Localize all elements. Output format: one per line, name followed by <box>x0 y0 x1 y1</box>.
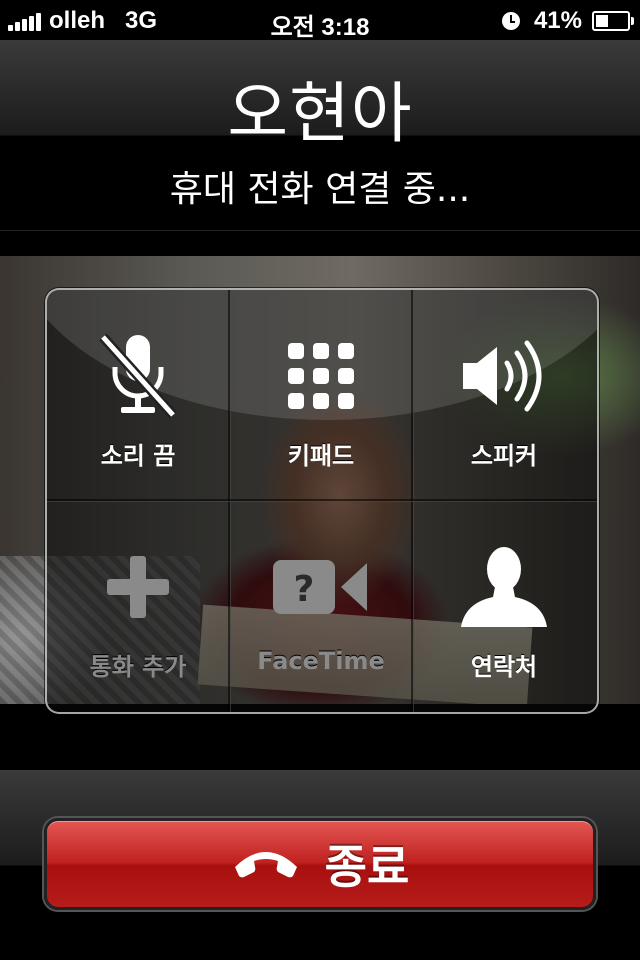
facetime-label: FaceTime <box>257 647 385 675</box>
end-call-button[interactable]: 종료 <box>44 818 596 910</box>
speaker-button[interactable]: 스피커 <box>413 290 595 500</box>
keypad-label: 키패드 <box>287 442 355 470</box>
contacts-button[interactable]: 연락처 <box>413 501 595 711</box>
battery-fill <box>596 15 608 27</box>
speaker-label: 스피커 <box>470 442 538 470</box>
person-icon <box>454 543 554 631</box>
keypad-button[interactable]: 키패드 <box>230 290 412 500</box>
caller-name: 오현아 <box>227 75 413 152</box>
speaker-icon <box>454 332 554 420</box>
status-right: 41% <box>501 7 634 35</box>
keypad-icon <box>271 332 371 420</box>
add-call-button[interactable]: 통화 추가 <box>47 501 229 711</box>
call-controls-panel: 소리 끔 키패드 스피커 통화 추가 ? FaceTime 연락처 <box>45 288 599 714</box>
battery-percent: 41% <box>533 7 582 34</box>
call-header: 오현아 휴대 전화 연결 중... <box>0 40 640 231</box>
facetime-camera-icon: ? <box>271 543 371 631</box>
facetime-button[interactable]: ? FaceTime <box>230 501 412 711</box>
plus-icon <box>88 543 188 631</box>
add-call-label: 통화 추가 <box>89 653 187 681</box>
svg-text:?: ? <box>294 569 315 610</box>
call-status: 휴대 전화 연결 중... <box>169 169 471 210</box>
end-call-label: 종료 <box>324 840 410 894</box>
mute-button[interactable]: 소리 끔 <box>47 290 229 500</box>
hang-up-phone-icon <box>231 845 301 883</box>
microphone-muted-icon <box>88 332 188 420</box>
mute-label: 소리 끔 <box>100 442 176 470</box>
contacts-label: 연락처 <box>470 653 538 681</box>
alarm-clock-icon <box>501 12 520 30</box>
battery-icon <box>592 11 634 31</box>
status-bar: olleh 3G 오전 3:18 41% <box>0 0 640 41</box>
